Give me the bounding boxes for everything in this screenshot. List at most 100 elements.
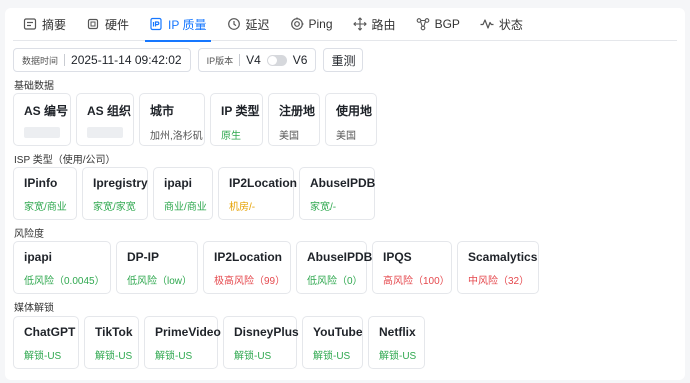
card-value: 解锁-US [95,351,133,362]
card-value: 解锁-US [24,351,62,362]
card-youtube: YouTube 解锁-US [302,316,363,369]
card-value: 加州,洛杉矶 [150,131,203,142]
v6-label: V6 [292,53,308,67]
card-value [24,127,60,141]
card-risk-scamalytics: Scamalytics 中风险（32） [457,241,539,294]
divider [239,54,241,66]
tab-route[interactable]: 路由 [343,8,406,41]
card-registration: 注册地 美国 [268,93,320,146]
tab-latency[interactable]: 延迟 [217,8,280,41]
card-value [87,127,123,141]
card-ip2location: IP2Location 机房/- [218,167,298,220]
retest-button[interactable]: 重测 [323,48,364,72]
card-value: 低风险（0） [307,276,363,287]
card-title: IPinfo [24,176,58,190]
card-title: IP2Location [229,176,298,190]
ip-version-box: IP版本 V4 V6 [197,48,317,72]
tab-bgp[interactable]: BGP [406,8,470,41]
v4-label: V4 [246,53,261,67]
card-title: YouTube [313,325,363,339]
ip-version-toggle[interactable] [266,54,287,66]
tab-label: 摘要 [42,17,67,32]
card-title: IP 类型 [221,104,260,118]
card-title: DisneyPlus [234,325,299,339]
card-netflix: Netflix 解锁-US [368,316,425,369]
tab-label: IP 质量 [168,17,207,32]
tab-label: Ping [308,17,333,31]
chip-icon [86,17,100,31]
card-value: 低风险（0.0045） [24,276,105,287]
tab-label: BGP [434,17,460,31]
section-basic-title: 基础数据 [14,81,54,92]
card-as-org: AS 组织 [76,93,134,146]
card-abuseipdb: AbuseIPDB 家宽/- [299,167,375,220]
tab-bar: 摘要 硬件 IP 质量 延迟 Ping 路由 BGP 状态 [13,8,677,42]
card-title: Netflix [379,325,416,339]
tab-ip-quality[interactable]: IP 质量 [139,8,216,42]
card-title: TikTok [95,325,133,339]
section-risk-title: 风险度 [14,229,44,240]
card-value: 商业/商业 [164,202,207,213]
card-title: AS 组织 [87,104,132,118]
card-title: 使用地 [336,104,373,118]
card-risk-ipqs: IPQS 高风险（100） [372,241,452,294]
redacted-value [24,127,60,138]
data-time-box: 数据时间 2025-11-14 09:42:02 [13,48,191,72]
route-icon [352,17,367,31]
card-title: 注册地 [279,104,316,118]
card-value: 家宽/- [310,202,337,213]
card-ip-type: IP 类型 原生 [210,93,263,146]
ip-quality-panel: 摘要 硬件 IP 质量 延迟 Ping 路由 BGP 状态 数据时间 2025-… [5,8,685,380]
basic-cards: AS 编号 AS 组织 城市 加州,洛杉矶 IP 类型 原生 注册地 美国 使用… [13,93,377,146]
card-title: ChatGPT [24,325,76,339]
card-value: 美国 [279,131,299,142]
card-value: 家宽/商业 [24,202,67,213]
tab-label: 路由 [371,17,396,32]
card-ipregistry: Ipregistry 家宽/家宽 [82,167,148,220]
tab-summary[interactable]: 摘要 [13,8,76,41]
card-title: AS 编号 [24,104,69,118]
tab-hardware[interactable]: 硬件 [76,8,139,41]
card-tiktok: TikTok 解锁-US [84,316,139,369]
card-value: 中风险（32） [468,276,530,287]
card-title: AbuseIPDB [307,250,373,264]
card-title: IP2Location [214,250,283,264]
tab-status[interactable]: 状态 [470,8,533,41]
card-risk-ip2location: IP2Location 极高风险（99） [203,241,291,294]
card-risk-abuseipdb: AbuseIPDB 低风险（0） [296,241,373,294]
card-value: 解锁-US [234,351,272,362]
card-value: 美国 [336,131,356,142]
ping-icon [290,17,304,31]
card-usage-location: 使用地 美国 [325,93,377,146]
tab-ping[interactable]: Ping [280,8,343,41]
redacted-value [87,127,123,138]
section-media-title: 媒体解锁 [14,303,54,314]
tab-label: 状态 [498,17,523,32]
card-chatgpt: ChatGPT 解锁-US [13,316,79,369]
toolbar: 数据时间 2025-11-14 09:42:02 IP版本 V4 V6 重测 [13,47,364,73]
card-value: 解锁-US [313,351,351,362]
card-title: PrimeVideo [155,325,221,339]
card-title: Scamalytics [468,250,538,264]
card-ipinfo: IPinfo 家宽/商业 [13,167,77,220]
card-as-number: AS 编号 [13,93,71,146]
data-time-value: 2025-11-14 09:42:02 [71,53,182,67]
card-title: ipapi [164,176,193,190]
card-title: AbuseIPDB [310,176,376,190]
card-value: 高风险（100） [383,276,450,287]
card-value: 解锁-US [379,351,417,362]
tab-label: 硬件 [105,17,130,32]
summary-icon [23,17,37,31]
card-risk-dpip: DP-IP 低风险（low） [116,241,198,294]
card-disneyplus: DisneyPlus 解锁-US [223,316,299,369]
card-value: 低风险（low） [127,276,193,287]
divider [64,54,66,66]
card-value: 原生 [221,131,241,142]
card-title: DP-IP [127,250,160,264]
bgp-icon [416,17,430,31]
card-title: ipapi [24,250,53,264]
card-value: 机房/- [229,202,256,213]
ip-quality-icon [149,17,163,31]
media-cards: ChatGPT 解锁-US TikTok 解锁-US PrimeVideo 解锁… [13,316,425,369]
isp-cards: IPinfo 家宽/商业 Ipregistry 家宽/家宽 ipapi 商业/商… [13,167,375,220]
